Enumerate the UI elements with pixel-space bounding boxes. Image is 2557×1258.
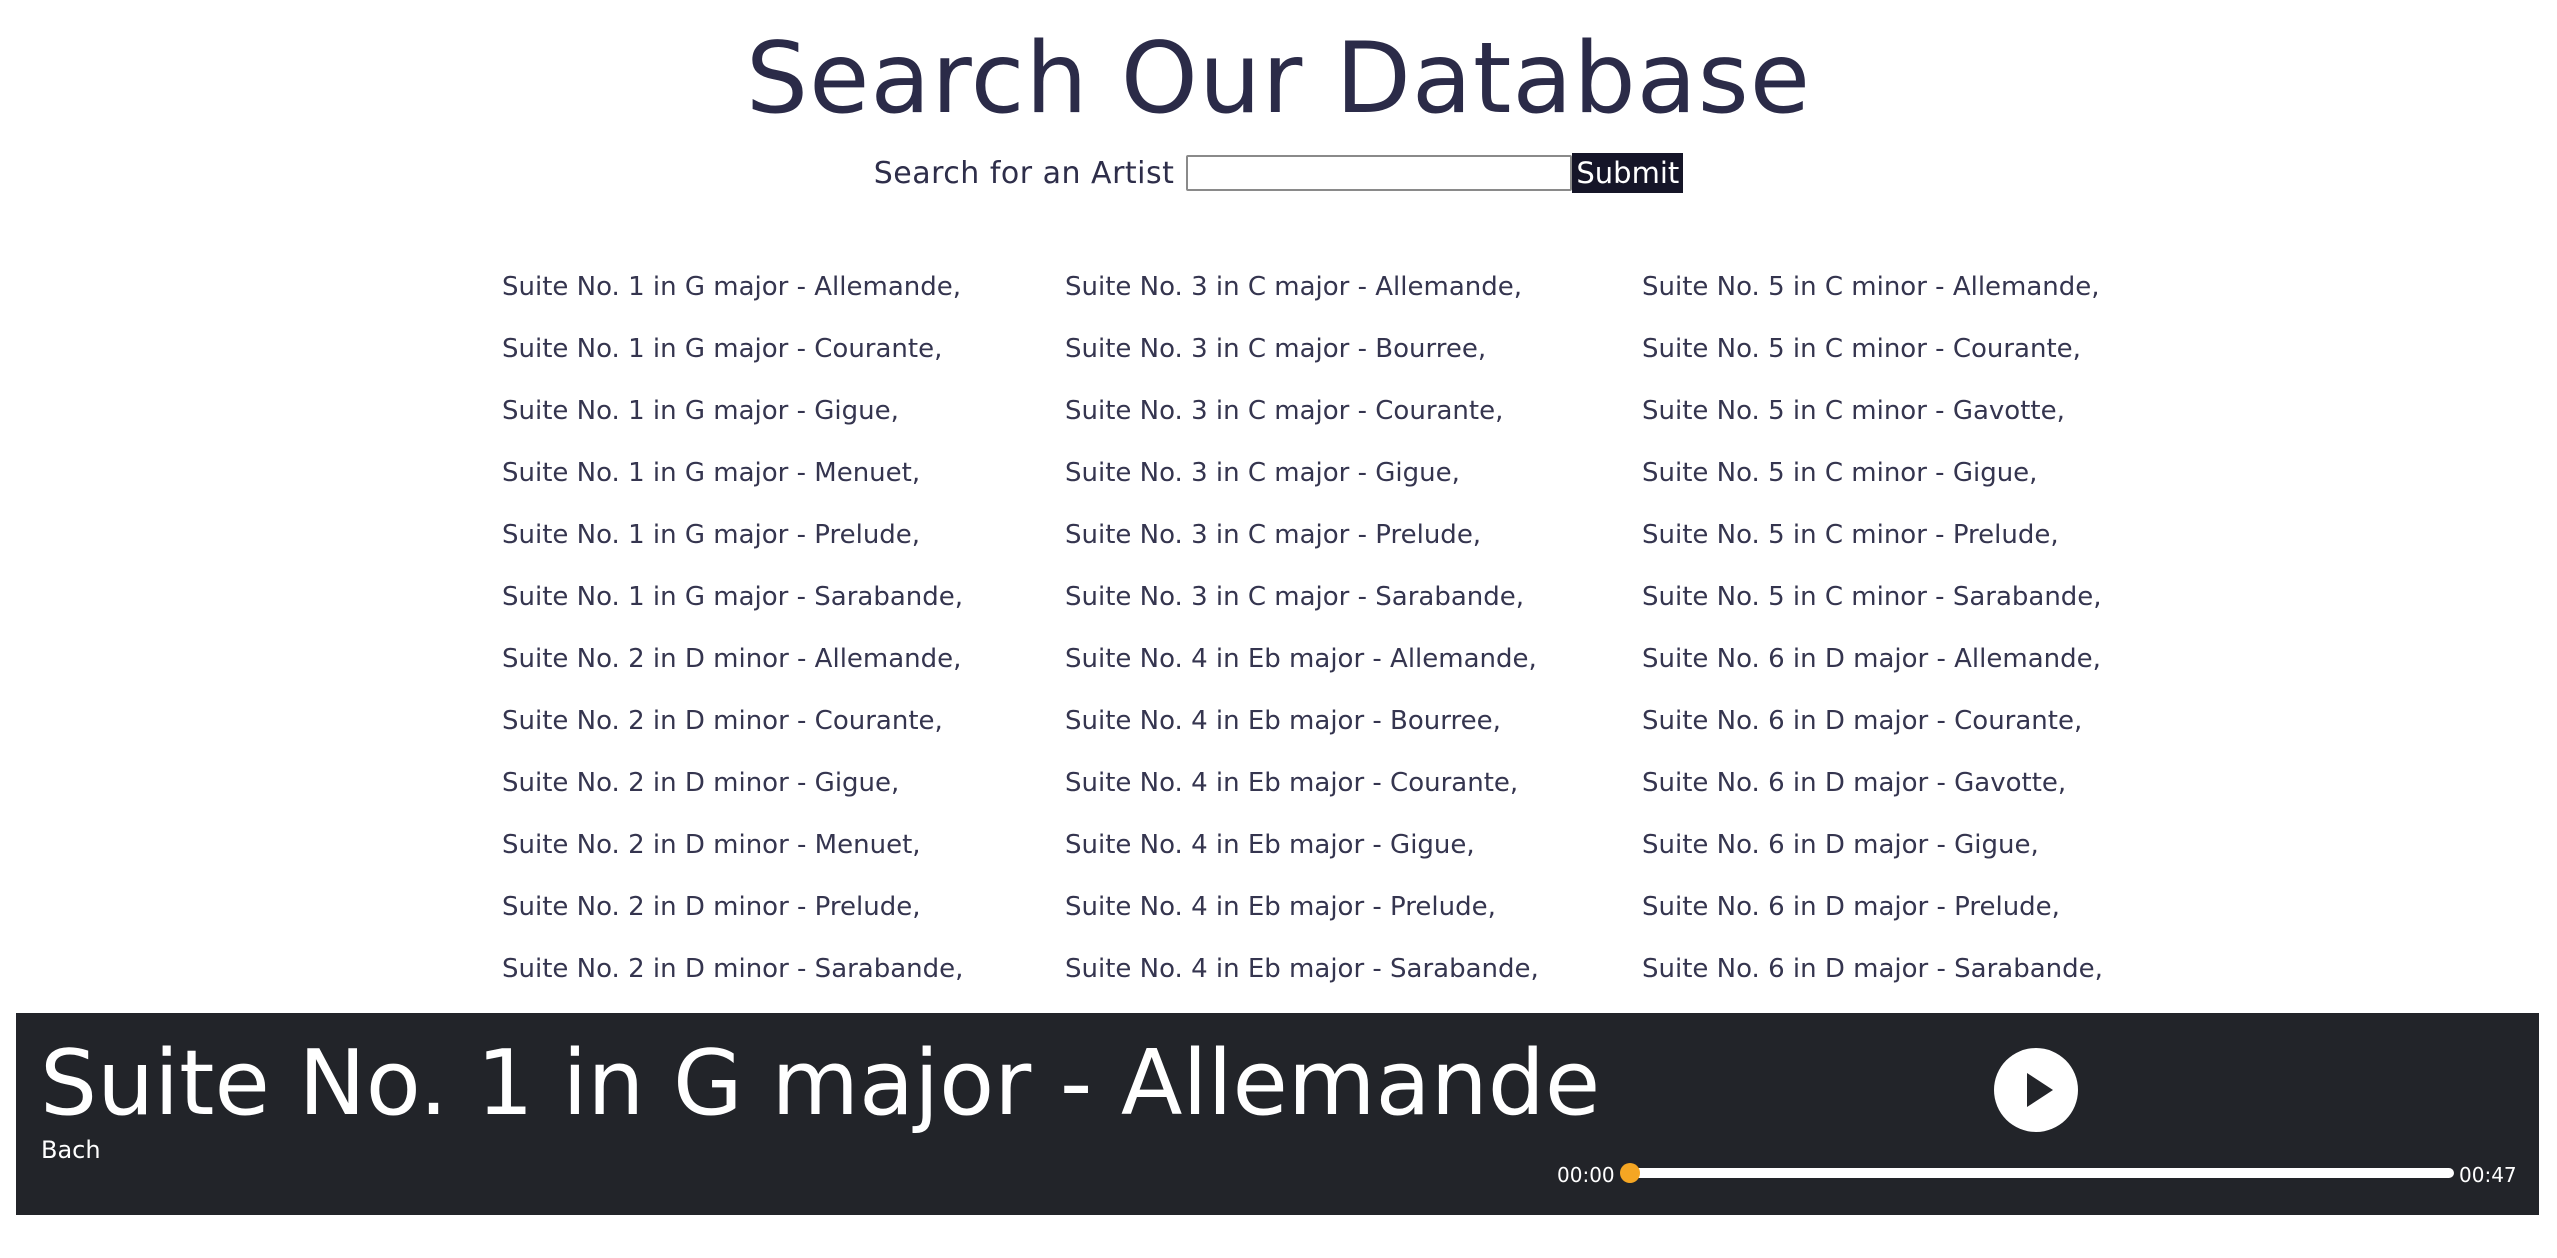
artist-search-input[interactable] <box>1186 155 1573 191</box>
now-playing-title: Suite No. 1 in G major - Allemande <box>40 1031 1601 1136</box>
progress-handle[interactable] <box>1620 1163 1640 1183</box>
total-time: 00:47 <box>2459 1163 2517 1187</box>
track-item[interactable]: Suite No. 5 in C minor - Sarabande, <box>1642 570 2103 632</box>
search-form: Search for an Artist Submit <box>0 152 2557 194</box>
track-item[interactable]: Suite No. 4 in Eb major - Prelude, <box>1065 880 1539 942</box>
play-icon <box>2027 1073 2053 1107</box>
track-item[interactable]: Suite No. 5 in C minor - Courante, <box>1642 322 2103 384</box>
track-item[interactable]: Suite No. 3 in C major - Gigue, <box>1065 446 1539 508</box>
track-item[interactable]: Suite No. 3 in C major - Courante, <box>1065 384 1539 446</box>
track-item[interactable]: Suite No. 3 in C major - Allemande, <box>1065 260 1539 322</box>
track-item[interactable]: Suite No. 3 in C major - Sarabande, <box>1065 570 1539 632</box>
track-item[interactable]: Suite No. 3 in C major - Prelude, <box>1065 508 1539 570</box>
track-item[interactable]: Suite No. 2 in D minor - Prelude, <box>502 880 963 942</box>
track-item[interactable]: Suite No. 6 in D major - Gigue, <box>1642 818 2103 880</box>
track-item[interactable]: Suite No. 5 in C minor - Gigue, <box>1642 446 2103 508</box>
audio-player: Suite No. 1 in G major - Allemande Bach … <box>16 1013 2539 1215</box>
track-item[interactable]: Suite No. 1 in G major - Prelude, <box>502 508 963 570</box>
track-column-1: Suite No. 1 in G major - Allemande, Suite… <box>502 260 963 1004</box>
track-item[interactable]: Suite No. 1 in G major - Sarabande, <box>502 570 963 632</box>
track-item[interactable]: Suite No. 1 in G major - Gigue, <box>502 384 963 446</box>
track-item[interactable]: Suite No. 6 in D major - Sarabande, <box>1642 942 2103 1004</box>
track-item[interactable]: Suite No. 5 in C minor - Allemande, <box>1642 260 2103 322</box>
track-item[interactable]: Suite No. 1 in G major - Courante, <box>502 322 963 384</box>
page-title: Search Our Database <box>745 22 1812 136</box>
submit-button[interactable]: Submit <box>1572 153 1684 193</box>
track-item[interactable]: Suite No. 2 in D minor - Allemande, <box>502 632 963 694</box>
track-item[interactable]: Suite No. 5 in C minor - Prelude, <box>1642 508 2103 570</box>
track-item[interactable]: Suite No. 3 in C major - Bourree, <box>1065 322 1539 384</box>
search-label: Search for an Artist <box>873 155 1175 191</box>
track-item[interactable]: Suite No. 6 in D major - Prelude, <box>1642 880 2103 942</box>
track-item[interactable]: Suite No. 6 in D major - Courante, <box>1642 694 2103 756</box>
track-list: Suite No. 1 in G major - Allemande, Suite… <box>0 260 2557 1004</box>
now-playing-artist: Bach <box>41 1136 101 1164</box>
page: Search Our Database Search for an Artist… <box>0 0 2557 1258</box>
track-item[interactable]: Suite No. 2 in D minor - Gigue, <box>502 756 963 818</box>
track-item[interactable]: Suite No. 4 in Eb major - Gigue, <box>1065 818 1539 880</box>
track-item[interactable]: Suite No. 4 in Eb major - Allemande, <box>1065 632 1539 694</box>
track-item[interactable]: Suite No. 2 in D minor - Sarabande, <box>502 942 963 1004</box>
current-time: 00:00 <box>1557 1163 1615 1187</box>
track-item[interactable]: Suite No. 6 in D major - Allemande, <box>1642 632 2103 694</box>
track-item[interactable]: Suite No. 4 in Eb major - Sarabande, <box>1065 942 1539 1004</box>
track-item[interactable]: Suite No. 1 in G major - Allemande, <box>502 260 963 322</box>
track-item[interactable]: Suite No. 1 in G major - Menuet, <box>502 446 963 508</box>
play-button[interactable] <box>1994 1048 2078 1132</box>
track-item[interactable]: Suite No. 5 in C minor - Gavotte, <box>1642 384 2103 446</box>
track-column-2: Suite No. 3 in C major - Allemande, Suite… <box>1065 260 1539 1004</box>
progress-bar[interactable] <box>1620 1163 2454 1183</box>
track-column-3: Suite No. 5 in C minor - Allemande, Suite… <box>1642 260 2103 1004</box>
track-item[interactable]: Suite No. 4 in Eb major - Courante, <box>1065 756 1539 818</box>
track-item[interactable]: Suite No. 4 in Eb major - Bourree, <box>1065 694 1539 756</box>
track-item[interactable]: Suite No. 2 in D minor - Courante, <box>502 694 963 756</box>
track-item[interactable]: Suite No. 2 in D minor - Menuet, <box>502 818 963 880</box>
track-item[interactable]: Suite No. 6 in D major - Gavotte, <box>1642 756 2103 818</box>
